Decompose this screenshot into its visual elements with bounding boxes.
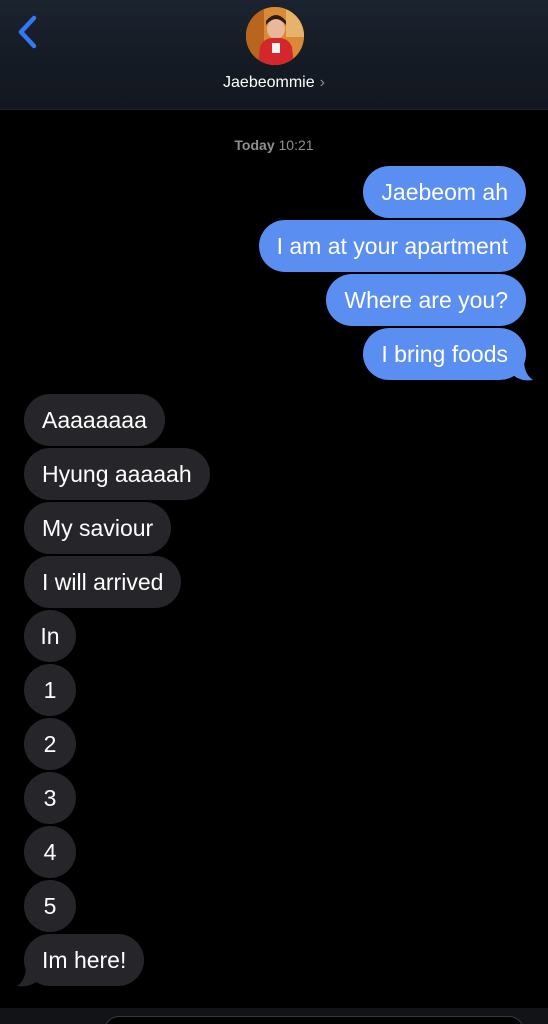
incoming-message[interactable]: Im here! xyxy=(24,934,145,986)
incoming-message[interactable]: 5 xyxy=(24,880,76,932)
message-text: 2 xyxy=(43,731,57,757)
contact-name-label: Jaebeommie xyxy=(223,74,315,91)
message-text: Aaaaaaaa xyxy=(42,407,147,433)
outgoing-message[interactable]: I am at your apartment xyxy=(258,220,526,272)
message-text: 1 xyxy=(43,677,57,703)
outgoing-bubble-tail xyxy=(510,360,533,381)
incoming-message[interactable]: 3 xyxy=(24,772,76,824)
timestamp-time: 10:21 xyxy=(278,137,314,153)
outgoing-message[interactable]: Where are you? xyxy=(326,274,526,326)
message-text: Hyung aaaaah xyxy=(42,461,192,487)
contact-name[interactable]: Jaebeommie › xyxy=(0,72,548,94)
message-text: 4 xyxy=(43,839,57,865)
message-text: 3 xyxy=(43,785,57,811)
message-text: My saviour xyxy=(42,515,154,541)
message-text: I bring foods xyxy=(381,341,508,367)
messages-screen: Jaebeommie › Today 10:21 Jaebeom ah I am … xyxy=(0,0,548,1024)
incoming-message[interactable]: My saviour xyxy=(24,502,172,554)
incoming-message[interactable]: I will arrived xyxy=(24,556,182,608)
incoming-message[interactable]: 4 xyxy=(24,826,76,878)
message-text: Im here! xyxy=(42,947,127,973)
chevron-right-icon: › xyxy=(319,74,325,91)
incoming-message[interactable]: Aaaaaaaa xyxy=(24,394,165,446)
message-text: Jaebeom ah xyxy=(381,179,508,205)
outgoing-message[interactable]: Jaebeom ah xyxy=(363,166,526,218)
message-text: I am at your apartment xyxy=(276,233,508,259)
message-text: Where are you? xyxy=(344,287,508,313)
incoming-bubble-tail xyxy=(17,966,40,987)
message-text: In xyxy=(40,623,60,649)
incoming-message[interactable]: Hyung aaaaah xyxy=(24,448,210,500)
incoming-message[interactable]: In xyxy=(24,610,76,662)
message-input[interactable] xyxy=(104,1016,524,1024)
timestamp-day: Today xyxy=(234,137,275,153)
chevron-left-icon xyxy=(18,15,37,49)
contact-avatar[interactable] xyxy=(246,7,304,65)
outgoing-message[interactable]: I bring foods xyxy=(363,328,526,380)
incoming-message[interactable]: 1 xyxy=(24,664,76,716)
incoming-message[interactable]: 2 xyxy=(24,718,76,770)
conversation-header: Jaebeommie › xyxy=(0,0,548,110)
message-text: I will arrived xyxy=(42,569,164,595)
message-timestamp: Today 10:21 xyxy=(0,136,548,154)
back-button[interactable] xyxy=(12,12,48,52)
message-text: 5 xyxy=(43,893,57,919)
